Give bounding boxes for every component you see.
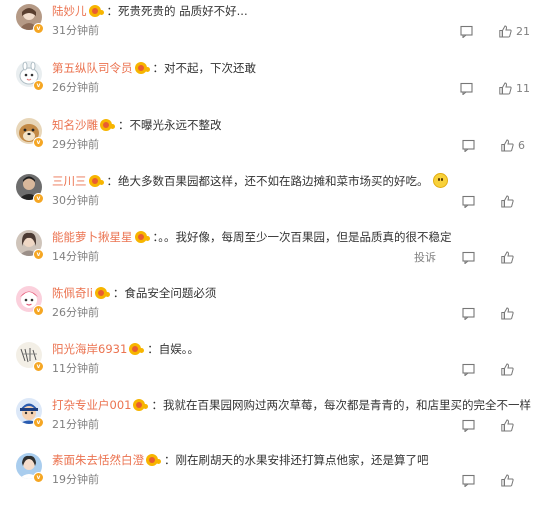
like-count: 11 (516, 81, 530, 95)
verified-badge-icon: v (33, 249, 44, 260)
username[interactable]: 陆妙儿 (52, 4, 87, 18)
comment-actions (462, 193, 530, 209)
comment-reply-icon[interactable] (460, 82, 473, 95)
username[interactable]: 第五纵队司令员 (52, 61, 133, 75)
verified-badge-icon: v (33, 80, 44, 91)
thumbs-up-icon[interactable] (499, 24, 512, 38)
comment-reply-icon[interactable] (462, 195, 475, 208)
comment-text: 死贵死贵的 品质好不好... (118, 4, 248, 18)
comment-reply-icon[interactable] (462, 139, 475, 152)
comment-item: v 阳光海岸6931 ：自娱。。 11分钟前 (0, 338, 550, 394)
comment-item: v 三川三 ：绝大多数百果园都这样，还不如在路边摊和菜市场买的好吃。 30分钟前 (0, 170, 550, 226)
fan-badge-icon (146, 454, 162, 466)
colon: ： (106, 174, 119, 188)
comment-time: 29分钟前 (52, 138, 99, 151)
comment-item: v 知名沙雕 ：不曝光永远不整改 29分钟前 6 (0, 114, 550, 170)
comment-reply-icon[interactable] (462, 251, 475, 264)
comment-text: 食品安全问题必须 (124, 286, 217, 300)
smile-emoji-icon (432, 173, 448, 188)
thumbs-up-icon[interactable] (501, 362, 514, 376)
fan-badge-icon (88, 5, 105, 17)
thumbs-up-icon[interactable] (501, 250, 514, 264)
colon: ： (118, 118, 130, 132)
comment-time: 19分钟前 (52, 473, 99, 486)
username[interactable]: 陈佩奇li (52, 286, 93, 300)
fan-badge-icon (88, 175, 105, 187)
comment-time: 30分钟前 (52, 194, 99, 207)
comment-item: v 打杂专业户001 ：我就在百果园网购过两次草莓，每次都是青青的，和店里买的完全… (0, 394, 550, 450)
colon: ： (151, 398, 163, 412)
username[interactable]: 打杂专业户001 (52, 398, 131, 412)
fan-badge-icon (134, 231, 151, 243)
verified-badge-icon: v (33, 472, 44, 483)
comment-reply-icon[interactable] (462, 307, 475, 320)
comment-reply-icon[interactable] (462, 474, 475, 487)
comment-time: 26分钟前 (52, 306, 99, 319)
comment-item: v 陈佩奇li ：食品安全问题必须 26分钟前 (0, 282, 550, 338)
comment-text: 。。我好像，每周至少一次百果园，但是品质真的很不稳定 (158, 230, 452, 244)
fan-badge-icon (94, 287, 111, 299)
verified-badge-icon: v (33, 137, 44, 148)
comment-reply-icon[interactable] (462, 419, 475, 432)
verified-badge-icon: v (33, 23, 44, 34)
username[interactable]: 知名沙雕 (52, 118, 98, 132)
colon: ： (164, 453, 176, 467)
thumbs-up-icon[interactable] (501, 306, 514, 320)
comment-text: 绝大多数百果园都这样，还不如在路边摊和菜市场买的好吃。 (118, 174, 429, 188)
comment-item: v 陆妙儿 ：死贵死贵的 品质好不好... 31分钟前 21 (0, 0, 550, 56)
comment-reply-icon[interactable] (460, 25, 473, 38)
comment-time: 11分钟前 (52, 362, 99, 375)
comment-actions: 21 (460, 23, 530, 39)
username[interactable]: 阳光海岸6931 (52, 342, 127, 356)
comment-actions: 投诉 (414, 249, 530, 265)
comment-text: 不曝光永远不整改 (129, 118, 222, 132)
verified-badge-icon: v (33, 417, 44, 428)
comment-actions (462, 417, 530, 433)
fan-badge-icon (133, 399, 149, 411)
like-count: 6 (518, 138, 525, 152)
colon: ： (147, 342, 159, 356)
thumbs-up-icon[interactable] (501, 473, 514, 487)
comment-time: 26分钟前 (52, 81, 99, 94)
comment-actions (462, 305, 530, 321)
comment-actions: 11 (460, 80, 530, 96)
comment-item: v 第五纵队司令员 ：对不起，下次还敢 26分钟前 11 (0, 57, 550, 113)
thumbs-up-icon[interactable] (499, 81, 512, 95)
comment-actions: 6 (462, 137, 530, 153)
comment-actions (462, 472, 530, 488)
comment-text: 对不起，下次还敢 (164, 61, 256, 75)
thumbs-up-icon[interactable] (501, 194, 514, 208)
colon: ： (152, 61, 165, 75)
comment-text: 我就在百果园网购过两次草莓，每次都是青青的，和店里买的完全不一样 (162, 398, 531, 412)
comment-item: v 能能萝卜揪星星 ：。。我好像，每周至少一次百果园，但是品质真的很不稳定 14分… (0, 226, 550, 282)
comment-time: 14分钟前 (52, 250, 99, 263)
verified-badge-icon: v (33, 361, 44, 372)
username[interactable]: 三川三 (52, 174, 87, 188)
verified-badge-icon: v (33, 305, 44, 316)
colon: ： (106, 4, 119, 18)
comment-actions (462, 361, 530, 377)
comment-text: 自娱。。 (158, 342, 200, 356)
comment-time: 21分钟前 (52, 418, 99, 431)
username[interactable]: 能能萝卜揪星星 (52, 230, 133, 244)
username[interactable]: 素面朱去恬然白澄 (52, 453, 144, 467)
thumbs-up-icon[interactable] (501, 138, 514, 152)
colon: ： (112, 286, 125, 300)
like-count: 21 (516, 24, 530, 38)
thumbs-up-icon[interactable] (501, 418, 514, 432)
comment-time: 31分钟前 (52, 24, 99, 37)
comment-item: v 素面朱去恬然白澄 ：刚在刷胡天的水果安排还打算点他家，还是算了吧 19分钟前 (0, 449, 550, 505)
fan-badge-icon (129, 343, 145, 355)
verified-badge-icon: v (33, 193, 44, 204)
comment-reply-icon[interactable] (462, 363, 475, 376)
fan-badge-icon (134, 62, 151, 74)
comment-text: 刚在刷胡天的水果安排还打算点他家，还是算了吧 (175, 453, 429, 467)
report-button[interactable]: 投诉 (414, 249, 436, 265)
fan-badge-icon (100, 119, 116, 131)
